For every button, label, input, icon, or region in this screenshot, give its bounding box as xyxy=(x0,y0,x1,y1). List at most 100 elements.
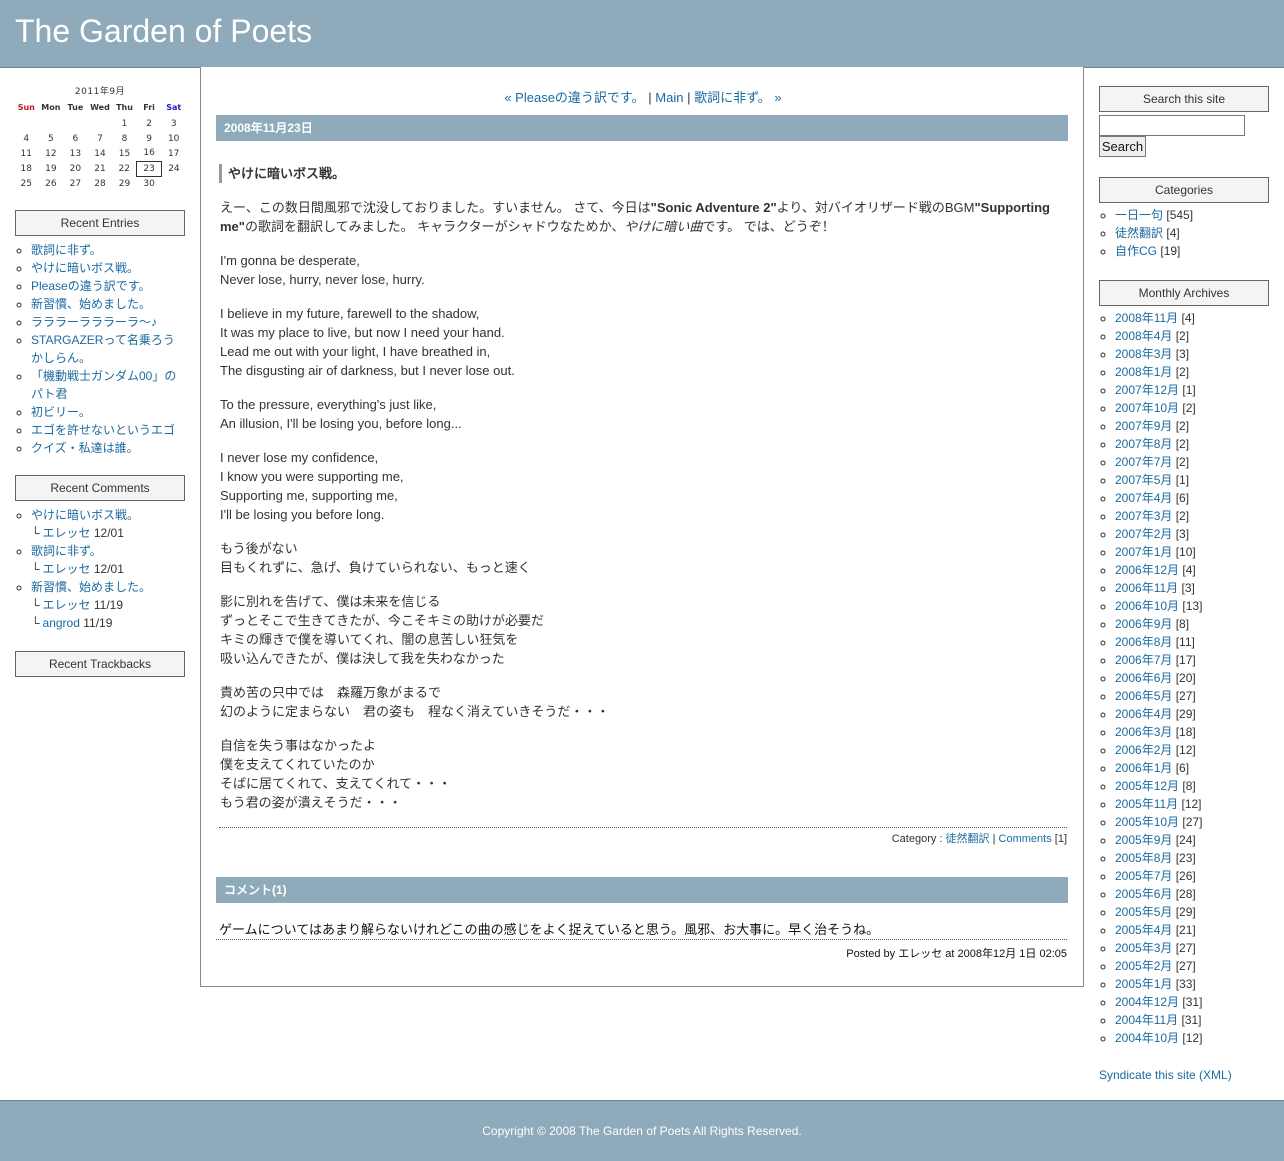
archive-link[interactable]: 2008年11月 xyxy=(1115,311,1178,325)
archive-item: 2005年11月 [12] xyxy=(1115,795,1269,813)
archive-link[interactable]: 2006年8月 xyxy=(1115,635,1172,649)
comments-count: [1] xyxy=(1054,833,1067,845)
recent-comment-entry-link[interactable]: やけに暗いボス戦。 xyxy=(31,508,139,522)
recent-comment-line: └ エレッセ 12/01 xyxy=(31,524,185,542)
archive-item: 2006年2月 [12] xyxy=(1115,741,1269,759)
recent-comment-author[interactable]: エレッセ xyxy=(43,526,91,540)
archive-link[interactable]: 2006年6月 xyxy=(1115,671,1172,685)
recent-entry-item: 「機動戦士ガンダム00」のパト君 xyxy=(31,367,185,403)
archive-link[interactable]: 2007年4月 xyxy=(1115,491,1172,505)
archive-link[interactable]: 2007年9月 xyxy=(1115,419,1172,433)
recent-entry-link[interactable]: 「機動戦士ガンダム00」のパト君 xyxy=(31,369,176,401)
archive-link[interactable]: 2005年2月 xyxy=(1115,959,1172,973)
category-link[interactable]: 徒然翻訳 xyxy=(1115,226,1163,240)
recent-comment-entry-link[interactable]: 歌詞に非ず。 xyxy=(31,544,102,558)
search-input[interactable] xyxy=(1099,115,1245,136)
archive-link[interactable]: 2007年7月 xyxy=(1115,455,1172,469)
archive-link[interactable]: 2006年5月 xyxy=(1115,689,1172,703)
recent-entry-link[interactable]: クイズ・私達は誰。 xyxy=(31,441,139,455)
archive-item: 2006年10月 [13] xyxy=(1115,597,1269,615)
calendar-caption: 2011年9月 xyxy=(74,87,126,97)
archive-link[interactable]: 2006年7月 xyxy=(1115,653,1172,667)
archive-link[interactable]: 2008年1月 xyxy=(1115,365,1172,379)
lyrics-line: I'll be losing you before long. xyxy=(220,507,385,522)
archive-link[interactable]: 2006年9月 xyxy=(1115,617,1172,631)
calendar-day: 9 xyxy=(146,133,152,144)
comments-link[interactable]: Comments xyxy=(999,833,1052,845)
recent-entry-link[interactable]: STARGAZERって名乗ろうかしらん。 xyxy=(31,333,175,365)
archive-link[interactable]: 2007年12月 xyxy=(1115,383,1179,397)
archive-count: [28] xyxy=(1175,887,1196,901)
archive-link[interactable]: 2005年4月 xyxy=(1115,923,1172,937)
archive-link[interactable]: 2007年1月 xyxy=(1115,545,1172,559)
archive-count: [1] xyxy=(1175,473,1190,487)
archive-count: [27] xyxy=(1175,689,1196,703)
site-title[interactable]: The Garden of Poets xyxy=(15,13,312,50)
recent-entry-link[interactable]: 歌詞に非ず。 xyxy=(31,243,102,257)
archive-link[interactable]: 2005年7月 xyxy=(1115,869,1172,883)
archives-module: Monthly Archives 2008年11月 [4]2008年4月 [2]… xyxy=(1099,280,1269,1047)
archive-link[interactable]: 2004年10月 xyxy=(1115,1031,1179,1045)
archive-item: 2006年11月 [3] xyxy=(1115,579,1269,597)
archive-link[interactable]: 2004年12月 xyxy=(1115,995,1179,1009)
archive-link[interactable]: 2005年5月 xyxy=(1115,905,1172,919)
archive-link[interactable]: 2005年10月 xyxy=(1115,815,1179,829)
recent-entry-link[interactable]: 新習慣、始めました。 xyxy=(31,297,151,311)
archives-heading: Monthly Archives xyxy=(1099,280,1269,306)
archive-link[interactable]: 2007年8月 xyxy=(1115,437,1172,451)
category-link[interactable]: 自作CG xyxy=(1115,244,1157,258)
archive-link[interactable]: 2005年3月 xyxy=(1115,941,1172,955)
recent-comment-author[interactable]: エレッセ xyxy=(43,598,91,612)
recent-entry-item: エゴを許せないというエゴ xyxy=(31,421,185,439)
footer-separator: | xyxy=(992,833,996,845)
archive-link[interactable]: 2005年8月 xyxy=(1115,851,1172,865)
search-button[interactable]: Search xyxy=(1099,136,1146,157)
prev-entry-link[interactable]: « Pleaseの違う訳です。 xyxy=(504,90,644,105)
next-entry-link[interactable]: 歌詞に非ず。 » xyxy=(694,90,782,105)
recent-entries-module: Recent Entries 歌詞に非ず。やけに暗いボス戦。 Pleaseの違う訳… xyxy=(15,210,185,457)
comment-datetime: 2008年12月 1日 02:05 xyxy=(957,948,1067,960)
main-link[interactable]: Main xyxy=(655,90,683,105)
archive-link[interactable]: 2005年9月 xyxy=(1115,833,1172,847)
recent-entry-link[interactable]: やけに暗いボス戦。 xyxy=(31,261,139,275)
archive-link[interactable]: 2008年4月 xyxy=(1115,329,1172,343)
recent-entry-link[interactable]: ラララーラララーラ～♪ xyxy=(31,315,157,329)
archive-link[interactable]: 2006年1月 xyxy=(1115,761,1172,775)
recent-comment-author[interactable]: angrod xyxy=(43,616,80,630)
archive-link[interactable]: 2006年12月 xyxy=(1115,563,1179,577)
recent-entries-list: 歌詞に非ず。やけに暗いボス戦。 Pleaseの違う訳です。新習慣、始めました。ララ… xyxy=(15,241,185,457)
archive-link[interactable]: 2007年5月 xyxy=(1115,473,1172,487)
archive-item: 2004年12月 [31] xyxy=(1115,993,1269,1011)
archive-item: 2007年2月 [3] xyxy=(1115,525,1269,543)
archive-link[interactable]: 2004年11月 xyxy=(1115,1013,1178,1027)
category-link[interactable]: 徒然翻訳 xyxy=(946,833,990,845)
archive-link[interactable]: 2005年11月 xyxy=(1115,797,1178,811)
category-link[interactable]: 一日一句 xyxy=(1115,208,1163,222)
archive-link[interactable]: 2006年3月 xyxy=(1115,725,1172,739)
archive-link[interactable]: 2005年1月 xyxy=(1115,977,1172,991)
recent-entry-link[interactable]: Pleaseの違う訳です。 xyxy=(31,279,151,293)
calendar-week: 18 19 20 21 22 23 24 xyxy=(14,160,186,177)
archive-link[interactable]: 2006年2月 xyxy=(1115,743,1172,757)
comment-author: エレッセ xyxy=(898,948,943,960)
recent-comment-line: └ angrod 11/19 xyxy=(31,614,185,632)
calendar-weekday: Tue xyxy=(67,103,84,112)
archive-link[interactable]: 2006年10月 xyxy=(1115,599,1179,613)
archive-link[interactable]: 2007年3月 xyxy=(1115,509,1172,523)
archive-link[interactable]: 2005年6月 xyxy=(1115,887,1172,901)
archive-link[interactable]: 2005年12月 xyxy=(1115,779,1179,793)
archive-link[interactable]: 2007年10月 xyxy=(1115,401,1179,415)
archive-link[interactable]: 2006年11月 xyxy=(1115,581,1178,595)
recent-entry-item: 初ビリー。 xyxy=(31,403,185,421)
recent-comment-entry-link[interactable]: 新習慣、始めました。 xyxy=(31,580,151,594)
archive-link[interactable]: 2008年3月 xyxy=(1115,347,1172,361)
posted-by-label: Posted by xyxy=(846,948,896,960)
recent-entry-link[interactable]: エゴを許せないというエゴ xyxy=(31,423,175,437)
archive-link[interactable]: 2007年2月 xyxy=(1115,527,1172,541)
archive-link[interactable]: 2006年4月 xyxy=(1115,707,1172,721)
archive-count: [2] xyxy=(1175,509,1190,523)
recent-entry-link[interactable]: 初ビリー。 xyxy=(31,405,91,419)
recent-comment-author[interactable]: エレッセ xyxy=(43,562,91,576)
syndicate-link[interactable]: Syndicate this site (XML) xyxy=(1099,1068,1232,1082)
recent-trackbacks-heading: Recent Trackbacks xyxy=(15,651,185,677)
